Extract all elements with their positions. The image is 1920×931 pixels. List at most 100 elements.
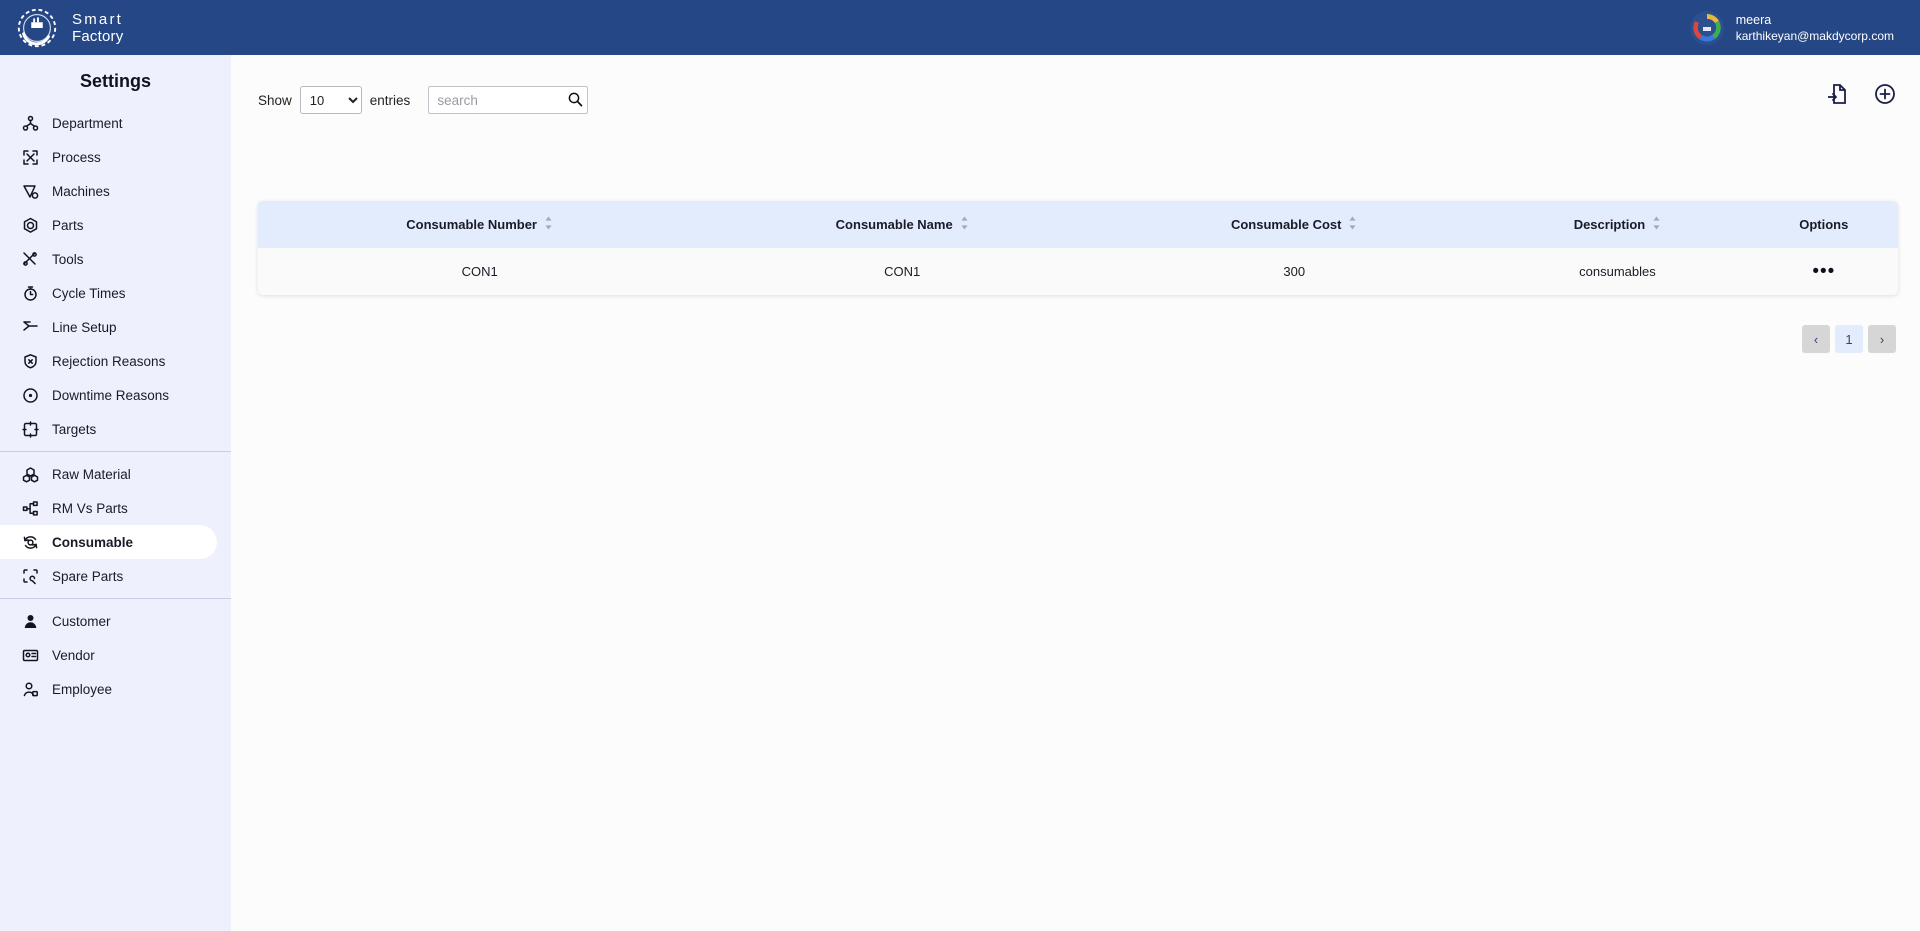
column-header-options: Options [1750, 201, 1898, 248]
sidebar-item-label: Vendor [52, 647, 95, 663]
employee-icon [22, 681, 39, 698]
table-head: Consumable Number Consumable Name Consumab… [258, 201, 1898, 248]
user-email: karthikeyan@makdycorp.com [1735, 28, 1894, 43]
org-chart-icon [22, 115, 39, 132]
sidebar-item-rm-vs-parts[interactable]: RM Vs Parts [0, 491, 231, 525]
factory-gear-logo-icon [17, 8, 57, 47]
sidebar-item-process[interactable]: Process [0, 140, 231, 174]
sidebar-item-vendor[interactable]: Vendor [0, 638, 231, 672]
table-body: CON1 CON1 300 consumables ••• [258, 248, 1898, 295]
brand-line-2: Factory [72, 27, 124, 45]
user-avatar-icon [1690, 11, 1723, 44]
target-puzzle-icon [22, 420, 39, 438]
sidebar-item-label: Rejection Reasons [52, 353, 166, 369]
sidebar-item-targets[interactable]: Targets [0, 412, 231, 446]
column-header-label: Description [1573, 217, 1646, 232]
search-input[interactable] [428, 86, 589, 114]
sidebar-item-label: Process [52, 149, 101, 165]
table-row[interactable]: CON1 CON1 300 consumables ••• [258, 248, 1898, 295]
column-header-consumable-name[interactable]: Consumable Name [701, 201, 1103, 248]
sidebar-item-employee[interactable]: Employee [0, 672, 231, 706]
cell-options: ••• [1750, 248, 1898, 295]
consumable-cycle-icon [22, 534, 39, 551]
id-card-icon [22, 647, 39, 664]
data-table-card: Consumable Number Consumable Name Consumab… [258, 201, 1898, 295]
pagination-page-1[interactable]: 1 [1835, 325, 1863, 353]
page-title: Settings [79, 71, 151, 91]
sort-arrows-icon[interactable] [537, 216, 553, 233]
sort-arrows-icon[interactable] [1645, 216, 1661, 233]
sidebar-item-label: Targets [52, 421, 97, 437]
column-header-consumable-cost[interactable]: Consumable Cost [1103, 201, 1485, 248]
sidebar-item-label: Tools [52, 251, 84, 267]
sidebar-item-line-setup[interactable]: Line Setup [0, 310, 231, 344]
sidebar-item-spare-parts[interactable]: Spare Parts [0, 559, 231, 593]
search-icon[interactable] [567, 91, 583, 107]
brand[interactable]: Smart Factory [0, 5, 123, 51]
hierarchy-icon [22, 500, 39, 517]
sort-arrows-icon[interactable] [1341, 216, 1357, 233]
sidebar: Settings Department Process Machines Parts T… [0, 55, 231, 931]
cell-description: consumables [1579, 264, 1656, 279]
consumables-table: Consumable Number Consumable Name Consumab… [258, 201, 1898, 295]
entries-select[interactable]: 102550100 [299, 86, 362, 114]
column-header-description[interactable]: Description [1485, 201, 1749, 248]
app-header: Smart Factory meera karthikeyan@makdycor… [0, 0, 1920, 55]
sidebar-nav: Department Process Machines Parts Tools Cycle… [0, 106, 231, 706]
user-menu[interactable]: meera karthikeyan@makdycorp.com [1689, 10, 1920, 45]
pagination-prev[interactable]: ‹ [1802, 325, 1830, 353]
avatar[interactable] [1689, 10, 1724, 45]
sidebar-item-customer[interactable]: Customer [0, 604, 231, 638]
entries-label: entries [369, 92, 411, 108]
sort-arrows-icon[interactable] [953, 216, 969, 233]
sidebar-item-label: Customer [52, 613, 111, 629]
cell-consumable-name: CON1 [884, 264, 921, 279]
sidebar-item-cycle-times[interactable]: Cycle Times [0, 276, 231, 310]
main-content: Show 102550100 entries [231, 55, 1920, 931]
sidebar-item-label: Raw Material [52, 466, 131, 482]
user-meta: meera karthikeyan@makdycorp.com [1736, 12, 1894, 44]
sidebar-item-parts[interactable]: Parts [0, 208, 231, 242]
toolbar-actions [1826, 83, 1896, 105]
sidebar-item-downtime-reasons[interactable]: Downtime Reasons [0, 378, 231, 412]
part-hexagon-icon [22, 217, 39, 234]
sidebar-item-machines[interactable]: Machines [0, 174, 231, 208]
line-setup-icon [22, 319, 39, 336]
column-header-label: Consumable Number [406, 217, 537, 232]
table-header-row: Consumable Number Consumable Name Consumab… [258, 201, 1898, 248]
sidebar-separator [0, 451, 231, 452]
tools-cross-icon [22, 251, 39, 268]
pagination: ‹ 1 › [1802, 325, 1896, 353]
sidebar-item-raw-material[interactable]: Raw Material [0, 457, 231, 491]
column-header-label: Consumable Cost [1230, 217, 1342, 232]
column-header-consumable-number[interactable]: Consumable Number [258, 201, 701, 248]
user-name: meera [1735, 12, 1772, 27]
machine-gear-icon [22, 183, 39, 200]
column-header-label: Consumable Name [835, 217, 953, 232]
sidebar-separator [0, 598, 231, 599]
column-header-label: Options [1799, 217, 1849, 232]
sidebar-item-label: Department [52, 115, 123, 131]
sidebar-item-label: Line Setup [52, 319, 117, 335]
spare-parts-icon [22, 568, 39, 585]
search-box [428, 86, 589, 114]
cell-consumable-number: CON1 [461, 264, 498, 279]
sidebar-item-consumable[interactable]: Consumable [0, 525, 217, 559]
brand-line-1: Smart [72, 10, 124, 28]
process-expand-icon [22, 149, 39, 166]
clock-dot-icon [22, 387, 39, 404]
import-file-icon[interactable] [1826, 83, 1848, 105]
sidebar-item-department[interactable]: Department [0, 106, 231, 140]
sidebar-item-label: RM Vs Parts [52, 500, 128, 516]
stopwatch-icon [22, 285, 39, 302]
sidebar-item-label: Consumable [52, 534, 134, 550]
add-circle-icon[interactable] [1874, 83, 1896, 105]
more-options-icon[interactable]: ••• [1812, 261, 1835, 282]
person-icon [22, 613, 39, 630]
sidebar-item-label: Spare Parts [52, 568, 124, 584]
sidebar-item-label: Employee [52, 681, 113, 697]
pagination-next[interactable]: › [1868, 325, 1896, 353]
sidebar-item-tools[interactable]: Tools [0, 242, 231, 276]
sidebar-item-rejection-reasons[interactable]: Rejection Reasons [0, 344, 231, 378]
table-toolbar: Show 102550100 entries [258, 83, 1896, 117]
